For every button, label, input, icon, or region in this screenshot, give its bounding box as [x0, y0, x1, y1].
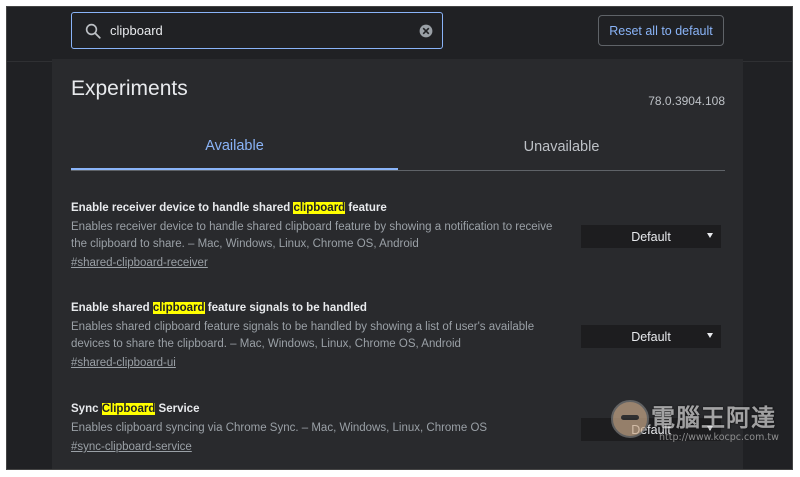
- experiment-description: Enables shared clipboard feature signals…: [71, 321, 535, 350]
- experiment-name: Enable shared clipboard feature signals …: [71, 300, 725, 316]
- tab-bar: Available Unavailable: [71, 124, 725, 171]
- tab-unavailable[interactable]: Unavailable: [398, 124, 725, 169]
- select-value: Default: [631, 422, 671, 437]
- experiment-link[interactable]: #sync-clipboard-service: [71, 441, 192, 453]
- flags-header: Reset all to default: [7, 7, 792, 62]
- clear-icon[interactable]: [418, 23, 434, 39]
- search-box[interactable]: [71, 12, 443, 49]
- experiment-name: Sync Clipboard Service: [71, 401, 725, 417]
- dropdown-arrow-icon: [707, 233, 713, 238]
- select-value: Default: [631, 229, 671, 244]
- experiment-name-text: Service: [155, 403, 200, 415]
- experiment-name-text: Sync: [71, 403, 102, 415]
- experiment-name-text: feature signals to be handled: [204, 302, 367, 314]
- experiment-description: Enables clipboard syncing via Chrome Syn…: [71, 422, 488, 434]
- dropdown-arrow-icon: [707, 426, 713, 431]
- search-input[interactable]: [110, 15, 418, 46]
- reset-all-button[interactable]: Reset all to default: [598, 15, 724, 46]
- experiment-sync-clipboard-service: Sync Clipboard Service Enables clipboard…: [71, 401, 725, 455]
- experiment-link[interactable]: #shared-clipboard-receiver: [71, 257, 208, 269]
- select-value: Default: [631, 329, 671, 344]
- experiment-shared-clipboard-receiver: Enable receiver device to handle shared …: [71, 200, 725, 271]
- browser-viewport: Reset all to default Experiments 78.0.39…: [6, 6, 793, 470]
- experiment-link[interactable]: #shared-clipboard-ui: [71, 357, 176, 369]
- experiment-name-text: feature: [345, 202, 387, 214]
- tab-available[interactable]: Available: [71, 124, 398, 170]
- experiment-description: Enables receiver device to handle shared…: [71, 221, 553, 250]
- experiments-panel: Experiments 78.0.3904.108 Available Unav…: [52, 59, 743, 469]
- experiment-select[interactable]: Default: [581, 225, 721, 248]
- version-label: 78.0.3904.108: [648, 94, 725, 108]
- search-highlight: Clipboard: [101, 403, 156, 415]
- experiment-name: Enable receiver device to handle shared …: [71, 200, 725, 216]
- search-icon: [85, 23, 101, 39]
- dropdown-arrow-icon: [707, 333, 713, 338]
- experiment-name-text: Enable receiver device to handle shared: [71, 202, 294, 214]
- page-title: Experiments: [71, 77, 188, 100]
- experiment-shared-clipboard-ui: Enable shared clipboard feature signals …: [71, 300, 725, 371]
- experiment-name-text: Enable shared: [71, 302, 153, 314]
- experiment-select[interactable]: Default: [581, 325, 721, 348]
- search-highlight: clipboard: [293, 202, 346, 214]
- experiment-select[interactable]: Default: [581, 418, 721, 441]
- search-highlight: clipboard: [152, 302, 205, 314]
